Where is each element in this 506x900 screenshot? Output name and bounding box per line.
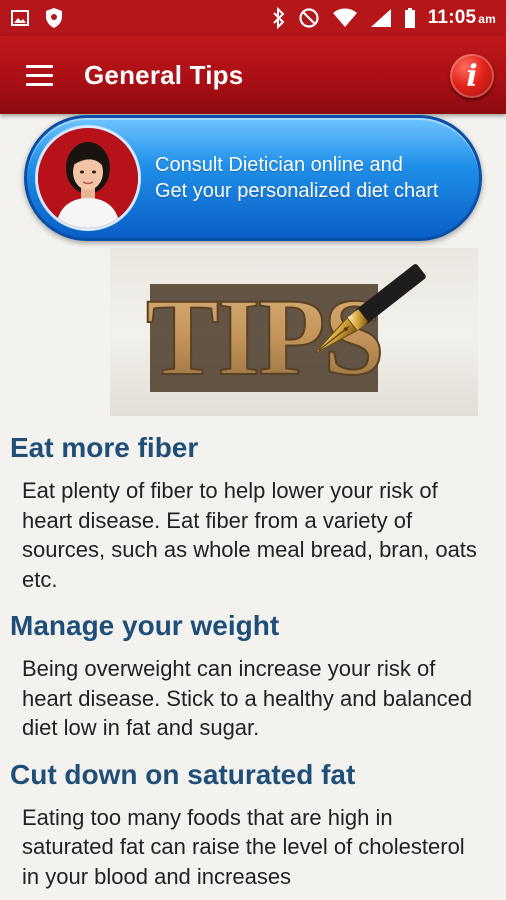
tip-body: Being overweight can increase your risk … bbox=[22, 656, 473, 740]
consult-dietician-banner[interactable]: Consult Dietician online and Get your pe… bbox=[24, 115, 482, 241]
tip-section: Cut down on saturated fat Eating too man… bbox=[0, 755, 506, 892]
status-bar: 11:05 am bbox=[0, 0, 506, 36]
tips-word: TIPS bbox=[146, 276, 383, 398]
tips-list: Eat more fiber Eat plenty of fiber to he… bbox=[0, 428, 506, 900]
tip-title: Eat more fiber bbox=[10, 432, 199, 463]
shield-icon bbox=[44, 7, 64, 29]
tip-body: Eat plenty of fiber to help lower your r… bbox=[22, 478, 477, 592]
consult-banner-text: Consult Dietician online and Get your pe… bbox=[155, 154, 439, 202]
hamburger-menu-icon[interactable] bbox=[14, 36, 74, 114]
clock: 11:05 am bbox=[427, 7, 496, 28]
do-not-disturb-icon bbox=[298, 7, 320, 29]
signal-icon bbox=[370, 8, 392, 28]
battery-icon bbox=[404, 7, 416, 29]
tip-section: Manage your weight Being overweight can … bbox=[0, 606, 506, 743]
app-bar: General Tips i bbox=[0, 36, 506, 114]
info-icon[interactable]: i bbox=[450, 54, 494, 98]
tip-title: Cut down on saturated fat bbox=[10, 758, 356, 790]
wifi-icon bbox=[332, 8, 358, 28]
tip-title: Manage your weight bbox=[10, 610, 280, 641]
tip-body: Eating too many foods that are high in s… bbox=[22, 804, 465, 889]
tips-banner-image: TIPS bbox=[110, 248, 478, 416]
avatar bbox=[35, 125, 141, 231]
bluetooth-icon bbox=[272, 7, 286, 29]
image-icon bbox=[10, 8, 30, 28]
tip-section: Eat more fiber Eat plenty of fiber to he… bbox=[0, 428, 506, 594]
page-title: General Tips bbox=[84, 59, 244, 90]
